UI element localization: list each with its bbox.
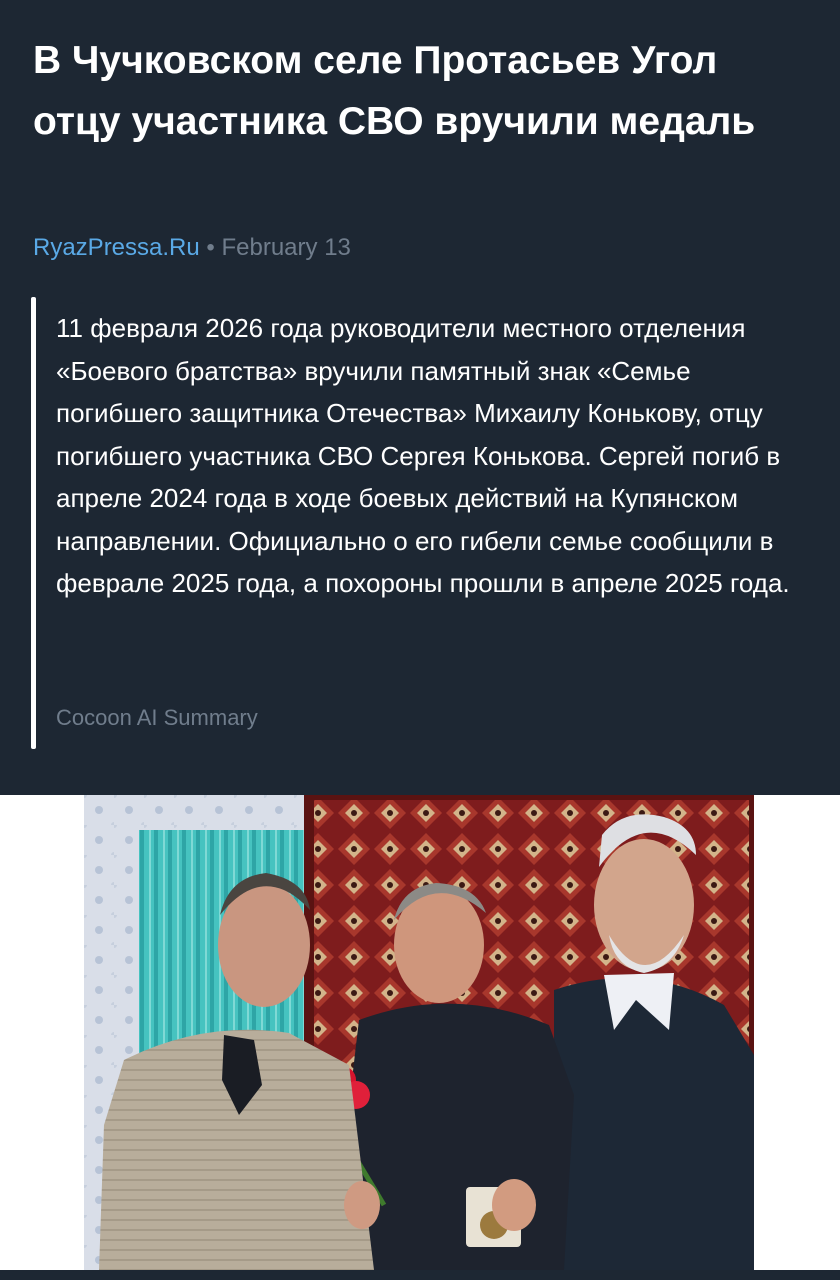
photo-illustration bbox=[84, 795, 754, 1270]
article-photo[interactable] bbox=[84, 795, 754, 1270]
summary-text: 11 февраля 2026 года руководители местно… bbox=[56, 313, 790, 598]
source-link[interactable]: RyazPressa.Ru bbox=[33, 234, 200, 261]
bottom-strip bbox=[0, 1270, 840, 1280]
publish-date: February 13 bbox=[221, 234, 351, 261]
quote-bar bbox=[31, 297, 36, 749]
meta-separator: • bbox=[206, 234, 215, 261]
article-title[interactable]: В Чучковском селе Протасьев Угол отцу уч… bbox=[33, 30, 813, 152]
article-card: В Чучковском селе Протасьев Угол отцу уч… bbox=[0, 0, 840, 795]
article-meta: RyazPressa.Ru • February 13 bbox=[33, 232, 351, 264]
photo-container bbox=[0, 795, 840, 1270]
ai-summary-block: 11 февраля 2026 года руководители местно… bbox=[31, 297, 811, 749]
summary-label: Cocoon AI Summary bbox=[56, 705, 258, 730]
